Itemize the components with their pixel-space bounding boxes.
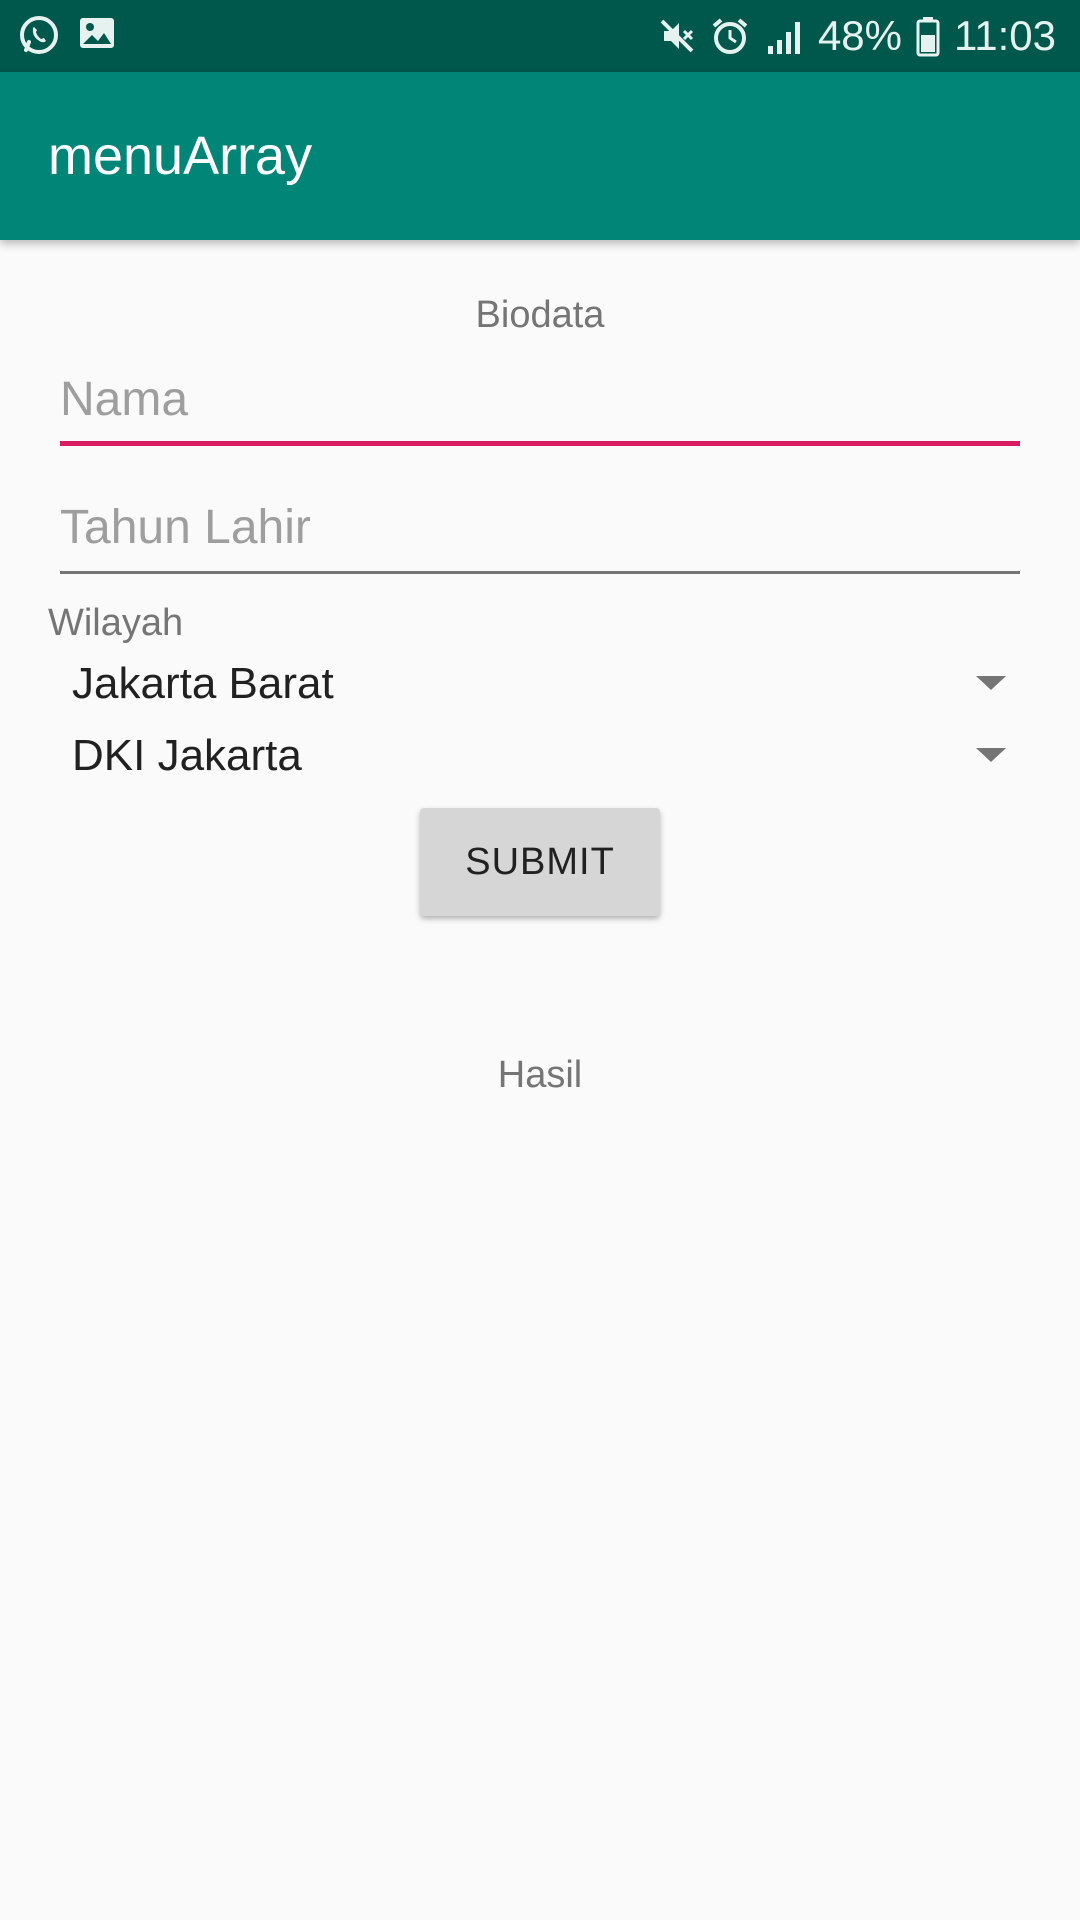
nama-field[interactable]: Nama (60, 362, 1020, 446)
tahun-lahir-placeholder: Tahun Lahir (60, 501, 311, 554)
submit-button[interactable]: SUBMIT (420, 808, 660, 916)
status-bar: 48% 11:03 (0, 0, 1080, 72)
status-time: 11:03 (954, 12, 1056, 59)
nama-underline (60, 441, 1020, 446)
nama-placeholder: Nama (60, 373, 189, 426)
status-left-icons (18, 14, 116, 56)
wilayah-label: Wilayah (48, 602, 184, 644)
battery-percentage: 48% (817, 12, 902, 59)
image-icon (78, 14, 116, 56)
battery-icon (916, 15, 940, 57)
tahun-lahir-underline (60, 571, 1020, 574)
kota-spinner-value: Jakarta Barat (72, 659, 334, 708)
chevron-down-icon (974, 674, 1008, 697)
form-header: Biodata (475, 294, 605, 336)
tahun-lahir-field[interactable]: Tahun Lahir (60, 490, 1020, 574)
signal-icon (764, 16, 804, 56)
status-right-group: 48% 11:03 (658, 10, 1056, 62)
result-label: Hasil (497, 1054, 583, 1096)
provinsi-spinner-value: DKI Jakarta (72, 731, 302, 780)
alarm-icon (710, 16, 750, 56)
provinsi-spinner[interactable]: DKI Jakarta (48, 722, 1008, 790)
app-title: menuArray (48, 126, 313, 186)
mute-icon (658, 17, 696, 55)
app-bar: menuArray (0, 72, 1080, 240)
kota-spinner[interactable]: Jakarta Barat (48, 650, 1008, 718)
whatsapp-icon (18, 14, 60, 56)
chevron-down-icon (974, 746, 1008, 769)
